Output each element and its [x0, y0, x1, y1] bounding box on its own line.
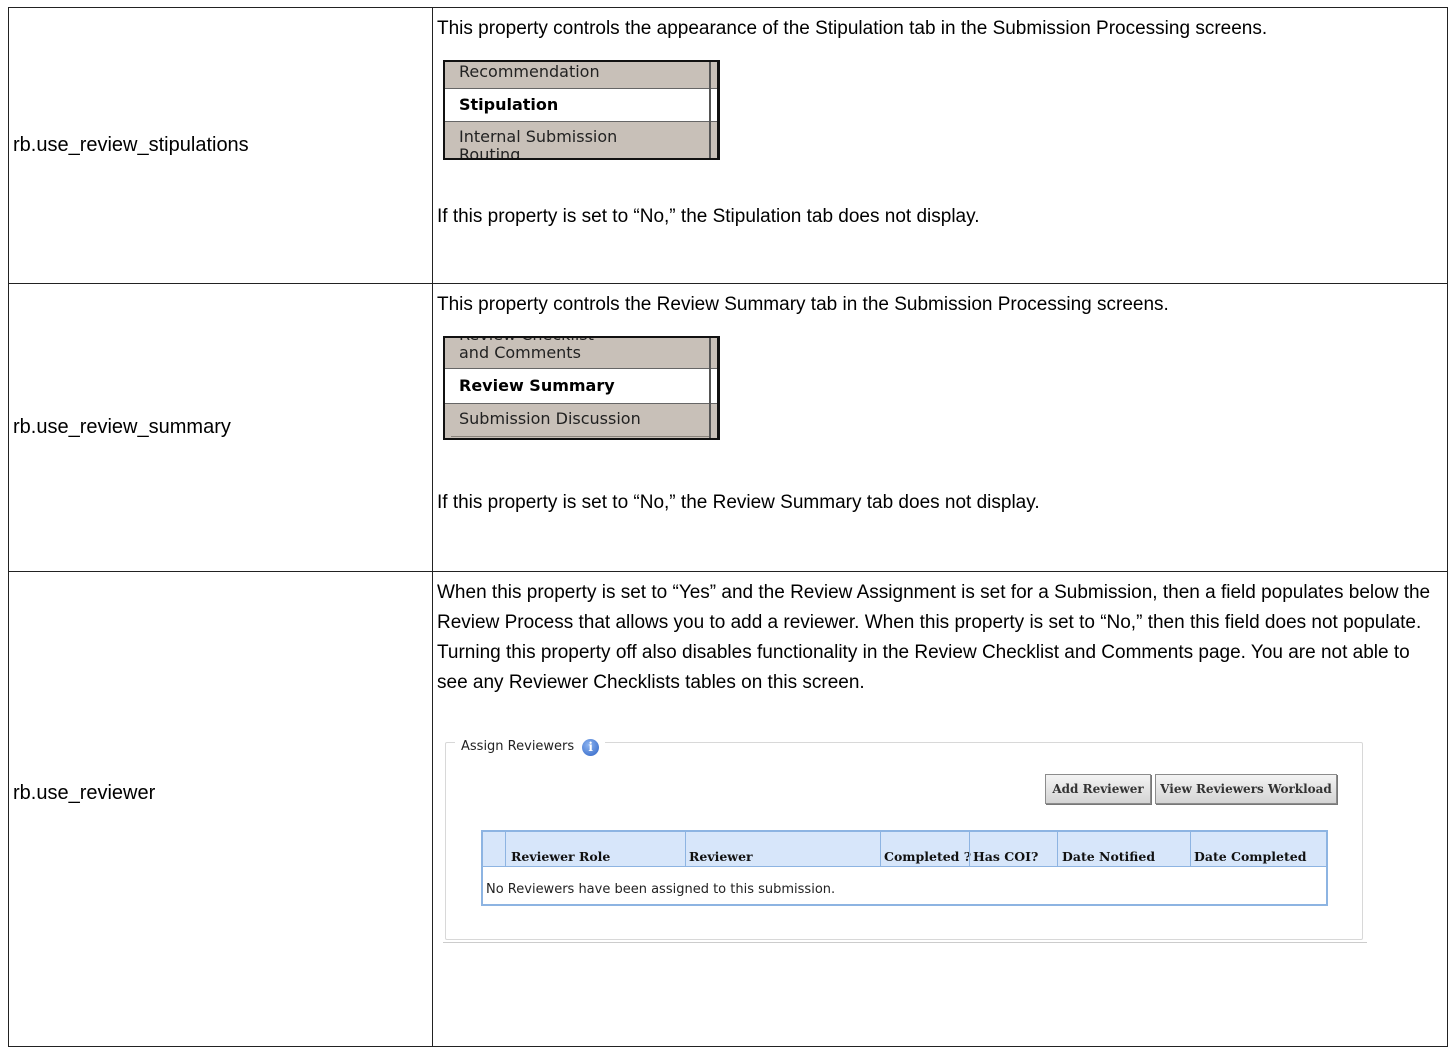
column-separator — [505, 832, 506, 866]
column-header-reviewer-role[interactable]: Reviewer Role — [511, 842, 610, 872]
description-note: If this property is set to “No,” the Rev… — [437, 492, 1040, 513]
tab-submission-discussion: Submission Discussion — [451, 404, 709, 437]
tab-screenshot-review-summary: Review Checklist and Comments Review Sum… — [443, 336, 720, 440]
column-separator — [969, 832, 970, 866]
column-separator — [1190, 832, 1191, 866]
properties-table: rb.use_review_stipulations This property… — [8, 7, 1448, 1047]
tab-label-line2: and Comments — [459, 343, 581, 362]
description-intro: This property controls the appearance of… — [437, 18, 1268, 39]
assign-reviewers-panel: Assign Reviewers i Add Reviewer View Rev… — [443, 728, 1367, 943]
grid-header: Reviewer Role Reviewer Completed ? Has C… — [483, 832, 1326, 867]
reviewers-grid: Reviewer Role Reviewer Completed ? Has C… — [481, 830, 1328, 906]
property-description: This property controls the Review Summar… — [432, 283, 1448, 572]
table-row: rb.use_review_summary This property cont… — [8, 283, 1448, 572]
view-reviewers-workload-button[interactable]: View Reviewers Workload — [1155, 774, 1337, 804]
property-name: rb.use_review_stipulations — [8, 7, 433, 284]
tab-edge — [709, 62, 711, 158]
tab-screenshot-stipulation: Recommendation Stipulation Internal Subm… — [443, 60, 720, 160]
tab-edge — [709, 338, 711, 438]
column-header-reviewer[interactable]: Reviewer — [689, 842, 753, 872]
property-name: rb.use_review_summary — [8, 283, 433, 572]
column-header-date-completed[interactable]: Date Completed — [1194, 842, 1306, 872]
description-note: If this property is set to “No,” the Sti… — [437, 206, 980, 227]
column-header-date-notified[interactable]: Date Notified — [1062, 842, 1155, 872]
tab-label-line2: Routing — [459, 145, 521, 160]
tab-recommendation: Recommendation — [451, 62, 709, 89]
table-row: rb.use_review_stipulations This property… — [8, 7, 1448, 284]
property-name: rb.use_reviewer — [8, 571, 433, 1047]
description-intro: This property controls the Review Summar… — [437, 294, 1169, 315]
description-intro: When this property is set to “Yes” and t… — [437, 582, 1431, 693]
tab-label-line1: Internal Submission — [459, 127, 618, 146]
assign-reviewers-legend: Assign Reviewers i — [455, 732, 606, 762]
tab-internal-submission-routing: Internal Submission Routing — [451, 122, 709, 160]
column-separator — [685, 832, 686, 866]
tab-review-checklist: Review Checklist and Comments — [451, 338, 709, 369]
column-separator — [1057, 832, 1058, 866]
table-row: rb.use_reviewer When this property is se… — [8, 571, 1448, 1047]
column-header-has-coi[interactable]: Has COI? — [973, 842, 1038, 872]
tab-stipulation: Stipulation — [445, 88, 717, 122]
column-separator — [880, 832, 881, 866]
empty-grid-message: No Reviewers have been assigned to this … — [486, 882, 836, 897]
legend-label: Assign Reviewers — [461, 739, 575, 754]
property-description: This property controls the appearance of… — [432, 7, 1448, 284]
column-header-completed[interactable]: Completed ? — [884, 842, 971, 872]
property-description: When this property is set to “Yes” and t… — [432, 571, 1448, 1047]
add-reviewer-button[interactable]: Add Reviewer — [1045, 774, 1151, 804]
info-icon[interactable]: i — [582, 738, 600, 756]
panel-bottom-divider — [443, 942, 1367, 943]
tab-review-summary: Review Summary — [445, 368, 717, 404]
